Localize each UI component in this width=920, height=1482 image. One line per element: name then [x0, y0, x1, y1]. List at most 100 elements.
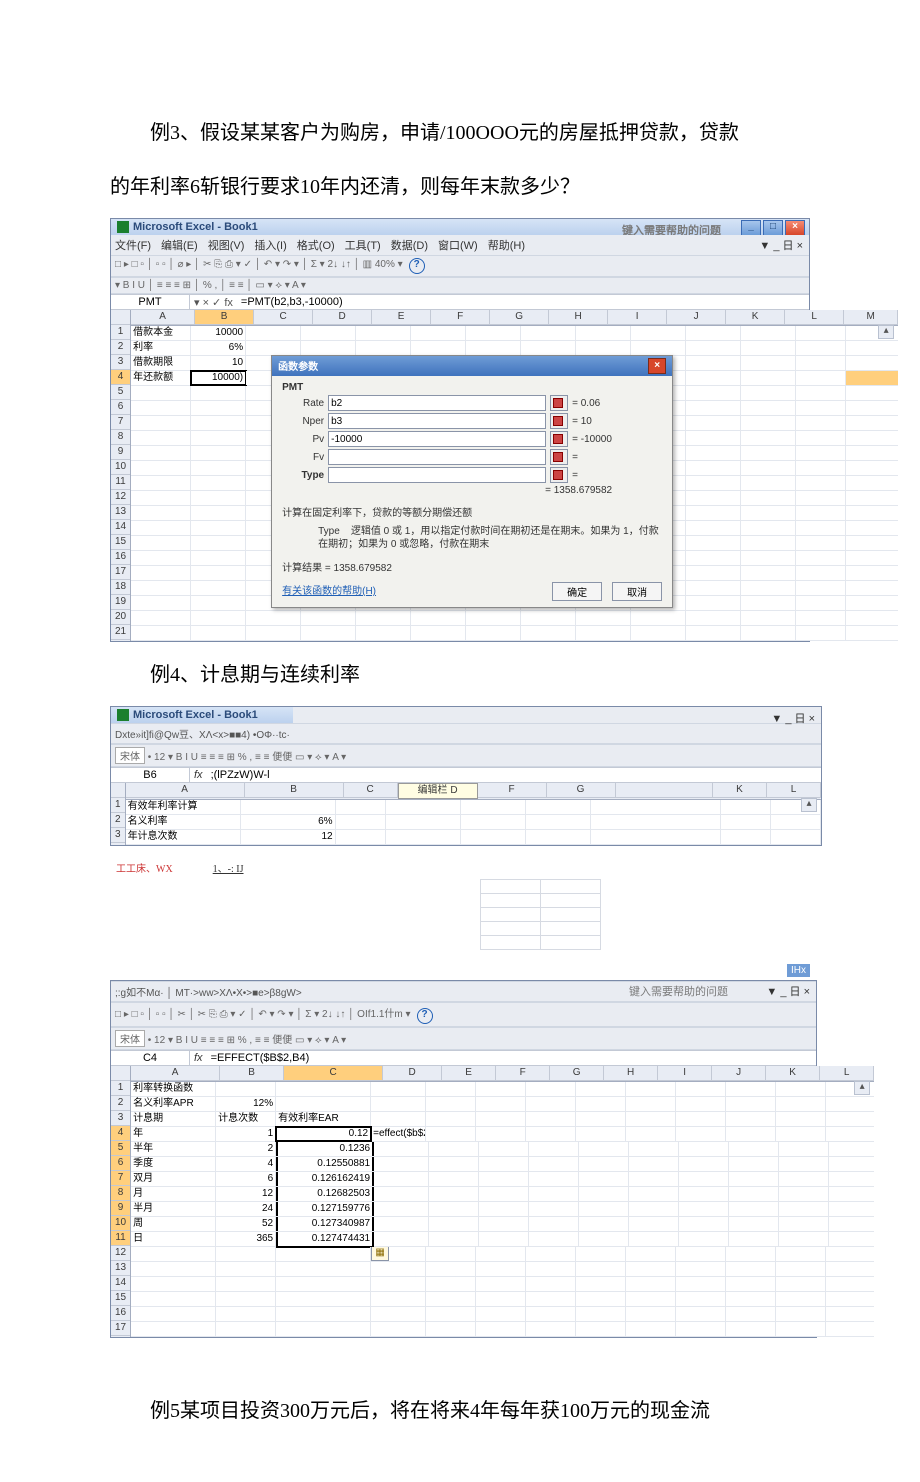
column-headers[interactable]: ABCDE FGHIJ KLM — [131, 310, 898, 326]
fx-icon[interactable]: fx — [190, 769, 207, 781]
cell[interactable]: 年 — [131, 1127, 216, 1141]
cell-b2[interactable]: 12% — [216, 1097, 276, 1111]
name-box[interactable]: C4 — [111, 1051, 190, 1065]
cell[interactable]: 6 — [216, 1172, 276, 1186]
cell[interactable] — [374, 1232, 429, 1246]
scroll-up-icon[interactable]: ▴ — [878, 325, 894, 339]
row-headers[interactable]: 123 — [111, 783, 126, 845]
cell[interactable]: 0.12 — [276, 1127, 371, 1141]
minimize-button[interactable]: _ — [741, 220, 761, 236]
formula-bar[interactable]: =EFFECT($B$2,B4) — [207, 1051, 816, 1065]
cell-a2[interactable]: 利率 — [131, 341, 191, 355]
help-icon[interactable]: ? — [409, 258, 425, 274]
cell[interactable] — [374, 1217, 429, 1231]
cell-a1[interactable]: 利率转换函数 — [131, 1082, 216, 1096]
cell-a1[interactable]: 借款本金 — [131, 326, 191, 340]
cell-b3[interactable]: 计息次数 — [216, 1112, 276, 1126]
cell-a3[interactable]: 计息期 — [131, 1112, 216, 1126]
cell[interactable]: 0.127474431 — [276, 1232, 374, 1248]
font-name-box[interactable]: 宋体 — [115, 1030, 145, 1047]
arg-fv-input[interactable] — [328, 449, 546, 465]
cell[interactable] — [374, 1142, 429, 1156]
cell-a2[interactable]: 名义利率 — [126, 815, 241, 829]
cell-a3[interactable]: 年计息次数 — [126, 830, 241, 844]
cell[interactable]: 12 — [216, 1187, 276, 1201]
format-toolbar[interactable]: ▾ B I U │ ≡ ≡ ≡ ⊞ │ % , │ ≡ ≡ │ ▭ ▾ ⟡ ▾ … — [111, 277, 809, 294]
cell[interactable]: 0.126162419 — [276, 1172, 374, 1186]
format-toolbar[interactable]: 宋体 • 12 ▾ B I U ≡ ≡ ≡ ⊞ % , ≡ ≡ 便便 ▭ ▾ ⟡… — [111, 744, 821, 767]
arg-rate-input[interactable] — [328, 395, 546, 411]
doc-window-controls[interactable]: ▼ _ 日 × — [771, 710, 815, 726]
help-icon[interactable]: ? — [417, 1008, 433, 1024]
cell-b4-active[interactable]: 10000) — [191, 371, 246, 385]
cell-b2[interactable]: 6% — [191, 341, 246, 355]
scroll-up-icon[interactable]: ▴ — [854, 1081, 870, 1095]
cell[interactable]: =effect($b$2,B4) — [371, 1127, 426, 1141]
scroll-up-icon[interactable]: ▴ — [801, 798, 817, 812]
dialog-close-icon[interactable]: × — [648, 358, 666, 374]
cell-b1[interactable]: 10000 — [191, 326, 246, 340]
ok-button[interactable]: 确定 — [552, 582, 602, 601]
cell[interactable]: 365 — [216, 1232, 276, 1246]
cell[interactable]: 半年 — [131, 1142, 216, 1156]
cell[interactable] — [374, 1157, 429, 1171]
help-prompt[interactable]: 键入需要帮助的问题 — [621, 983, 736, 999]
cell[interactable]: 24 — [216, 1202, 276, 1216]
cell-a4[interactable]: 年还款额 — [131, 371, 191, 385]
cancel-button[interactable]: 取消 — [612, 582, 662, 601]
cell-b3[interactable]: 12 — [241, 830, 336, 844]
cell[interactable]: 季度 — [131, 1157, 216, 1171]
cell-a1[interactable]: 有效年利率计算 — [126, 800, 241, 814]
cell[interactable]: 0.1236 — [276, 1142, 374, 1156]
cell-a2[interactable]: 名义利率APR — [131, 1097, 216, 1111]
cell-b3[interactable]: 10 — [191, 356, 246, 370]
fx-icon[interactable]: fx — [190, 1052, 207, 1064]
menu-bar[interactable]: 文件(F)编辑(E)视图(V) 插入(I)格式(O)工具(T) 数据(D)窗口(… — [111, 235, 809, 255]
standard-toolbar[interactable]: □ ▸ □ ▫ │ ▫ ▫ │ ⌀ ▸ │ ✂ ⎘ ⎙ ▾ ✓ │ ↶ ▾ ↷ … — [111, 255, 809, 277]
autofill-options-icon[interactable]: ▦ — [371, 1247, 389, 1261]
font-name-box[interactable]: 宋体 — [115, 747, 145, 764]
formula-bar[interactable]: =PMT(b2,b3,-10000) — [237, 295, 809, 309]
ref-icon[interactable] — [550, 431, 568, 447]
formula-buttons[interactable]: ▾ × ✓ fx — [190, 296, 237, 309]
ref-icon[interactable] — [550, 413, 568, 429]
doc-window-controls[interactable]: ▼ _ 日 × — [759, 237, 803, 253]
cell[interactable]: 1 — [216, 1127, 276, 1141]
arg-nper-input[interactable] — [328, 413, 546, 429]
row-headers[interactable]: 123 4567891011 121314151617 — [111, 1066, 131, 1337]
dialog-help-link[interactable]: 有关该函数的帮助(H) — [282, 582, 376, 601]
name-box[interactable]: PMT — [111, 295, 190, 309]
cell-a3[interactable]: 借款期限 — [131, 356, 191, 370]
cell-c3[interactable]: 有效利率EAR — [276, 1112, 371, 1126]
doc-window-controls[interactable]: ▼ _ 日 × — [766, 983, 810, 999]
cell[interactable]: 0.127159776 — [276, 1202, 374, 1216]
column-headers[interactable]: ABC编辑栏 D FGKL — [126, 783, 821, 800]
cell[interactable]: 双月 — [131, 1172, 216, 1186]
cell[interactable] — [374, 1187, 429, 1201]
close-button[interactable]: × — [785, 220, 805, 236]
cell-b2[interactable]: 6% — [241, 815, 336, 829]
cell[interactable]: 周 — [131, 1217, 216, 1231]
formula-bar[interactable]: ;(lPZzW)W-l — [207, 768, 821, 782]
arg-type-input[interactable] — [328, 467, 546, 483]
cell[interactable]: 半月 — [131, 1202, 216, 1216]
column-headers[interactable]: ABCDE FGHIJ KL — [131, 1066, 874, 1082]
standard-toolbar[interactable]: □ ▸ □ ▫ │ ▫ ▫ │ ✂ │ ✂ ⎘ ⎙ ▾ ✓ │ ↶ ▾ ↷ ▾ … — [111, 1002, 816, 1027]
cell[interactable]: 月 — [131, 1187, 216, 1201]
cell[interactable] — [374, 1202, 429, 1216]
cell[interactable]: 4 — [216, 1157, 276, 1171]
cell[interactable]: 0.12550881 — [276, 1157, 374, 1171]
cell[interactable]: 0.12682503 — [276, 1187, 374, 1201]
format-toolbar[interactable]: 宋体 • 12 ▾ B I U ≡ ≡ ≡ ⊞ % , ≡ ≡ 便便 ▭ ▾ ⟡… — [111, 1027, 816, 1050]
cell[interactable]: 0.127340987 — [276, 1217, 374, 1231]
cell[interactable] — [374, 1172, 429, 1186]
ref-icon[interactable] — [550, 395, 568, 411]
ref-icon[interactable] — [550, 467, 568, 483]
name-box[interactable]: B6 — [111, 768, 190, 782]
cell[interactable]: 2 — [216, 1142, 276, 1156]
row-headers[interactable]: 12345678910 1112131415161718192021 — [111, 310, 131, 641]
maximize-button[interactable]: □ — [763, 220, 783, 236]
ref-icon[interactable] — [550, 449, 568, 465]
cell[interactable]: 日 — [131, 1232, 216, 1246]
arg-pv-input[interactable] — [328, 431, 546, 447]
